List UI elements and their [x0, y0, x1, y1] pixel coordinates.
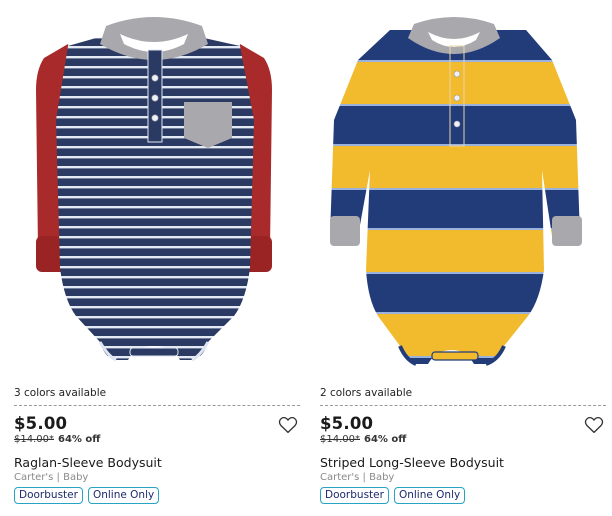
badge-doorbuster: Doorbuster	[320, 487, 389, 504]
discount-percent: 64% off	[364, 434, 407, 445]
badge-online-only: Online Only	[393, 487, 466, 504]
product-image-raglan-bodysuit[interactable]	[8, 0, 300, 382]
product-name-link[interactable]: Raglan-Sleeve Bodysuit	[14, 455, 162, 470]
product-badges: Doorbuster Online Only	[320, 487, 466, 504]
badge-online-only: Online Only	[87, 487, 160, 504]
product-badges: Doorbuster Online Only	[14, 487, 160, 504]
sale-price: $5.00	[14, 414, 68, 433]
card-divider	[14, 405, 300, 406]
original-price-line: $14.00* 64% off	[14, 434, 100, 445]
product-card-striped[interactable]: 2 colors available $5.00 $14.00* 64% off …	[314, 0, 606, 516]
heart-outline-icon[interactable]	[278, 416, 298, 434]
heart-outline-icon[interactable]	[584, 416, 604, 434]
sale-price: $5.00	[320, 414, 374, 433]
original-price: $14.00*	[320, 434, 360, 445]
card-divider	[320, 405, 606, 406]
colors-available-text: 2 colors available	[320, 387, 413, 399]
colors-available-text: 3 colors available	[14, 387, 107, 399]
product-brand: Carter's | Baby	[14, 472, 89, 483]
badge-doorbuster: Doorbuster	[14, 487, 83, 504]
product-brand: Carter's | Baby	[320, 472, 395, 483]
product-card-raglan[interactable]: 3 colors available $5.00 $14.00* 64% off …	[8, 0, 300, 516]
original-price: $14.00*	[14, 434, 54, 445]
discount-percent: 64% off	[58, 434, 101, 445]
original-price-line: $14.00* 64% off	[320, 434, 406, 445]
product-name-link[interactable]: Striped Long-Sleeve Bodysuit	[320, 455, 504, 470]
product-image-striped-bodysuit[interactable]	[314, 0, 606, 382]
